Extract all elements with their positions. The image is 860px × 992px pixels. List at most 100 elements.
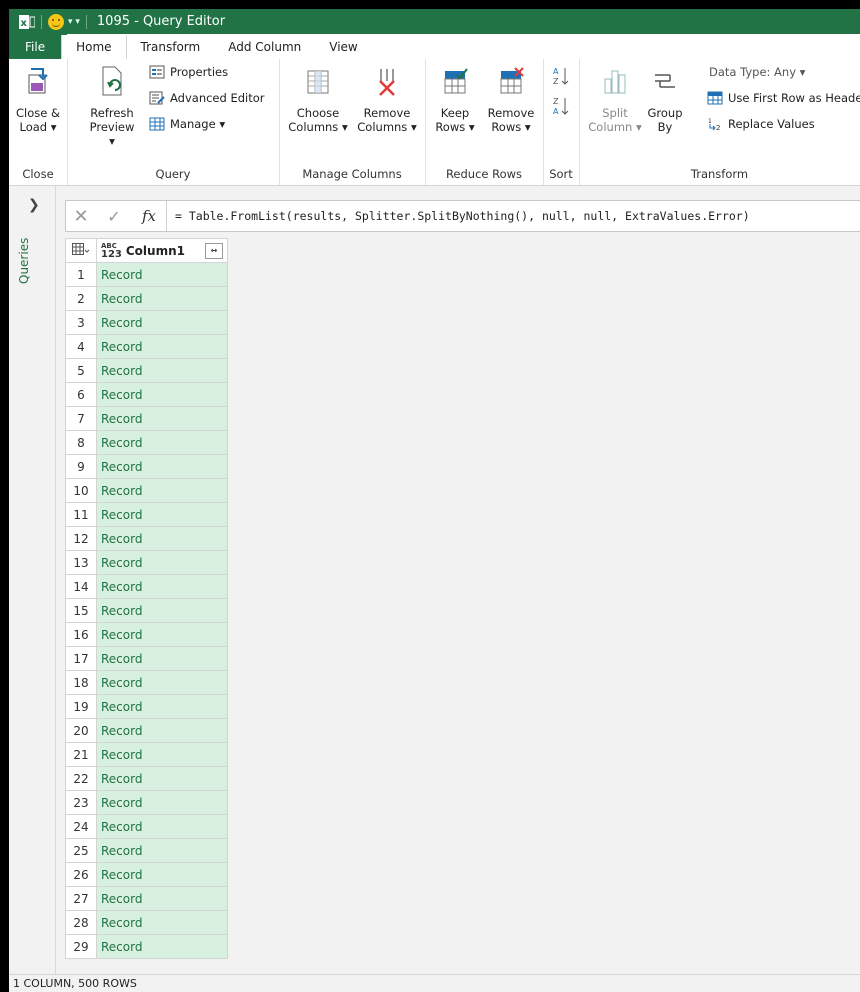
tab-transform[interactable]: Transform <box>126 35 215 59</box>
advanced-editor-label: Advanced Editor <box>170 91 265 105</box>
record-cell[interactable]: Record <box>96 718 228 743</box>
table-row[interactable]: 21 Record <box>65 742 228 767</box>
properties-button[interactable]: Properties <box>149 65 228 79</box>
tab-add-column[interactable]: Add Column <box>214 35 316 59</box>
manage-icon <box>149 117 165 131</box>
tab-home[interactable]: Home <box>61 35 127 59</box>
table-row[interactable]: 14 Record <box>65 574 228 599</box>
record-cell[interactable]: Record <box>96 358 228 383</box>
record-cell[interactable]: Record <box>96 766 228 791</box>
table-row[interactable]: 25 Record <box>65 838 228 863</box>
record-cell[interactable]: Record <box>96 670 228 695</box>
record-cell[interactable]: Record <box>96 886 228 911</box>
svg-text:2: 2 <box>716 124 720 131</box>
table-row[interactable]: 28 Record <box>65 910 228 935</box>
table-row[interactable]: 4 Record <box>65 334 228 359</box>
queries-pane-label[interactable]: Queries <box>17 238 31 284</box>
manage-button[interactable]: Manage ▾ <box>149 117 225 131</box>
record-cell[interactable]: Record <box>96 502 228 527</box>
table-row[interactable]: 20 Record <box>65 718 228 743</box>
record-cell[interactable]: Record <box>96 934 228 959</box>
table-row[interactable]: 12 Record <box>65 526 228 551</box>
table-row[interactable]: 24 Record <box>65 814 228 839</box>
record-cell[interactable]: Record <box>96 622 228 647</box>
fx-icon[interactable]: fx <box>132 201 167 231</box>
data-type-dropdown[interactable]: Data Type: Any ▾ <box>709 65 805 79</box>
table-row[interactable]: 1 Record <box>65 262 228 287</box>
split-column-button[interactable]: Split Column ▾ <box>587 65 643 134</box>
group-label-close: Close <box>22 167 54 181</box>
close-load-button[interactable]: Close & Load ▾ <box>11 65 65 134</box>
expand-column-icon[interactable]: ↔ <box>205 242 223 259</box>
table-row[interactable]: 22 Record <box>65 766 228 791</box>
record-cell[interactable]: Record <box>96 430 228 455</box>
any-type-icon[interactable]: ABC 123 <box>101 242 122 259</box>
quick-access-toolbar[interactable]: ▾ ▾ <box>68 17 80 27</box>
table-row[interactable]: 6 Record <box>65 382 228 407</box>
record-cell[interactable]: Record <box>96 310 228 335</box>
record-cell[interactable]: Record <box>96 286 228 311</box>
record-cell[interactable]: Record <box>96 478 228 503</box>
table-row[interactable]: 15 Record <box>65 598 228 623</box>
record-cell[interactable]: Record <box>96 526 228 551</box>
choose-columns-button[interactable]: Choose Columns ▾ <box>283 65 353 134</box>
column-header-column1[interactable]: ABC 123 Column1 ↔ <box>96 238 228 263</box>
table-row[interactable]: 3 Record <box>65 310 228 335</box>
record-cell[interactable]: Record <box>96 550 228 575</box>
advanced-editor-button[interactable]: Advanced Editor <box>149 91 265 105</box>
table-row[interactable]: 19 Record <box>65 694 228 719</box>
query-editor-window: x ▾ ▾ 1095 - Query Editor File Home Tran… <box>9 9 860 992</box>
confirm-formula-icon[interactable]: ✓ <box>96 207 132 226</box>
table-row[interactable]: 10 Record <box>65 478 228 503</box>
record-cell[interactable]: Record <box>96 862 228 887</box>
group-by-button[interactable]: Group By <box>645 65 685 134</box>
record-cell[interactable]: Record <box>96 742 228 767</box>
record-cell[interactable]: Record <box>96 598 228 623</box>
replace-values-button[interactable]: 12 Replace Values <box>707 117 815 131</box>
record-cell[interactable]: Record <box>96 454 228 479</box>
record-cell[interactable]: Record <box>96 262 228 287</box>
table-row[interactable]: 27 Record <box>65 886 228 911</box>
record-cell[interactable]: Record <box>96 574 228 599</box>
keep-rows-button[interactable]: Keep Rows ▾ <box>429 65 481 134</box>
table-row[interactable]: 5 Record <box>65 358 228 383</box>
table-row[interactable]: 17 Record <box>65 646 228 671</box>
record-cell[interactable]: Record <box>96 694 228 719</box>
data-grid: ABC 123 Column1 ↔ 1 Record 2 Record 3 Record 4… <box>65 238 860 974</box>
formula-input[interactable]: = Table.FromList(results, Splitter.Split… <box>167 209 750 223</box>
smiley-feedback-icon[interactable] <box>48 13 64 30</box>
table-menu-icon[interactable] <box>65 238 97 263</box>
table-row[interactable]: 26 Record <box>65 862 228 887</box>
table-row[interactable]: 8 Record <box>65 430 228 455</box>
record-cell[interactable]: Record <box>96 910 228 935</box>
sort-descending-button[interactable]: ZA <box>553 95 569 117</box>
tab-file[interactable]: File <box>9 35 62 59</box>
table-row[interactable]: 29 Record <box>65 934 228 959</box>
sort-ascending-button[interactable]: AZ <box>553 65 569 87</box>
table-row[interactable]: 9 Record <box>65 454 228 479</box>
record-cell[interactable]: Record <box>96 838 228 863</box>
tab-view[interactable]: View <box>315 35 372 59</box>
remove-columns-button[interactable]: Remove Columns ▾ <box>353 65 421 134</box>
record-cell[interactable]: Record <box>96 814 228 839</box>
record-cell[interactable]: Record <box>96 382 228 407</box>
record-cell[interactable]: Record <box>96 406 228 431</box>
table-row[interactable]: 2 Record <box>65 286 228 311</box>
status-bar: 1 COLUMN, 500 ROWS <box>9 974 860 992</box>
record-cell[interactable]: Record <box>96 646 228 671</box>
table-row[interactable]: 23 Record <box>65 790 228 815</box>
remove-rows-button[interactable]: Remove Rows ▾ <box>483 65 539 134</box>
refresh-preview-button[interactable]: Refresh Preview ▾ <box>87 65 137 148</box>
table-row[interactable]: 11 Record <box>65 502 228 527</box>
use-first-row-button[interactable]: Use First Row as Heade <box>707 91 860 105</box>
table-row[interactable]: 7 Record <box>65 406 228 431</box>
record-cell[interactable]: Record <box>96 334 228 359</box>
svg-text:Z: Z <box>553 77 559 86</box>
table-row[interactable]: 16 Record <box>65 622 228 647</box>
expand-queries-chevron-icon[interactable]: ❯ <box>28 197 40 213</box>
table-row[interactable]: 18 Record <box>65 670 228 695</box>
table-row[interactable]: 13 Record <box>65 550 228 575</box>
cancel-formula-icon[interactable]: ✕ <box>66 206 96 227</box>
record-cell[interactable]: Record <box>96 790 228 815</box>
column-name: Column1 <box>125 243 185 258</box>
